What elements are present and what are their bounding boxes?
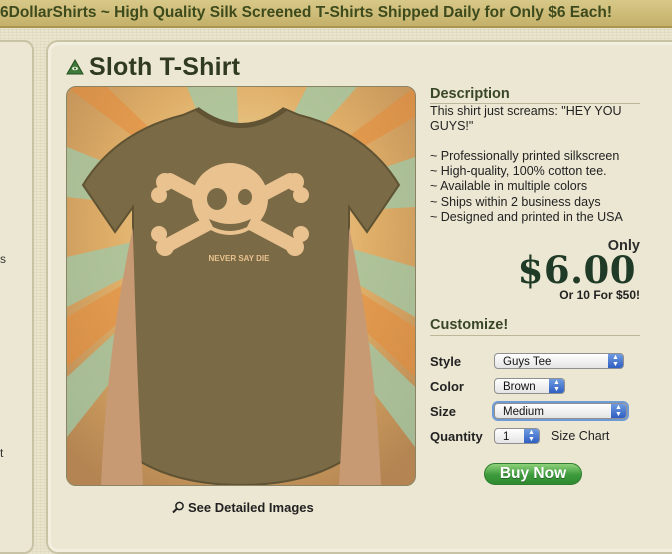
see-detailed-images-link[interactable]: See Detailed Images bbox=[172, 500, 314, 515]
feature-item: Professionally printed silkscreen bbox=[430, 149, 650, 164]
color-select[interactable]: Brown ▲ ▼ bbox=[494, 378, 565, 394]
feature-item: Designed and printed in the USA bbox=[430, 210, 650, 225]
color-label: Color bbox=[430, 379, 464, 394]
customize-heading: Customize! bbox=[430, 317, 640, 336]
select-arrows-icon: ▲ ▼ bbox=[608, 354, 623, 368]
feature-list: Professionally printed silkscreen High-q… bbox=[430, 149, 650, 225]
bulk-price-offer: Or 10 For $50! bbox=[559, 288, 640, 302]
pyramid-eye-icon bbox=[66, 59, 84, 75]
style-label: Style bbox=[430, 354, 462, 369]
size-chart-link[interactable]: Size Chart bbox=[551, 429, 609, 443]
left-side-panel bbox=[0, 40, 34, 554]
product-title: Sloth T-Shirt bbox=[89, 52, 241, 81]
feature-item: Available in multiple colors bbox=[430, 179, 650, 194]
style-select[interactable]: Guys Tee ▲ ▼ bbox=[494, 353, 624, 369]
site-banner: 6DollarShirts ~ High Quality Silk Screen… bbox=[0, 0, 672, 28]
size-select-value: Medium bbox=[503, 406, 544, 418]
shirt-photo-illustration: NEVER SAY DIE bbox=[67, 87, 415, 485]
description-text: This shirt just screams: "HEY YOU GUYS!" bbox=[430, 104, 622, 133]
product-image[interactable]: NEVER SAY DIE bbox=[66, 86, 416, 486]
size-label: Size bbox=[430, 404, 457, 419]
quantity-label: Quantity bbox=[430, 429, 483, 444]
left-panel-fragment: s bbox=[0, 252, 6, 266]
quantity-select-value: 1 bbox=[503, 431, 510, 443]
buy-now-button[interactable]: Buy Now bbox=[484, 463, 582, 485]
feature-item: High-quality, 100% cotton tee. bbox=[430, 164, 650, 179]
shirt-print-text: NEVER SAY DIE bbox=[209, 254, 271, 263]
size-select[interactable]: Medium ▲ ▼ bbox=[494, 403, 627, 419]
price: $6.00 bbox=[517, 248, 636, 292]
magnifier-icon bbox=[172, 501, 184, 514]
quantity-select[interactable]: 1 ▲ ▼ bbox=[494, 428, 540, 444]
color-select-value: Brown bbox=[503, 381, 536, 393]
select-arrows-icon: ▲ ▼ bbox=[611, 404, 626, 418]
banner-text: 6DollarShirts ~ High Quality Silk Screen… bbox=[0, 4, 612, 21]
select-arrows-icon: ▲ ▼ bbox=[524, 429, 539, 443]
see-detailed-images-label[interactable]: See Detailed Images bbox=[188, 500, 314, 515]
style-select-value: Guys Tee bbox=[503, 356, 552, 368]
select-arrows-icon: ▲ ▼ bbox=[549, 379, 564, 393]
feature-item: Ships within 2 business days bbox=[430, 195, 650, 210]
product-title-row: Sloth T-Shirt bbox=[66, 52, 240, 82]
left-panel-fragment: t bbox=[0, 446, 4, 460]
description-heading: Description bbox=[430, 86, 640, 104]
